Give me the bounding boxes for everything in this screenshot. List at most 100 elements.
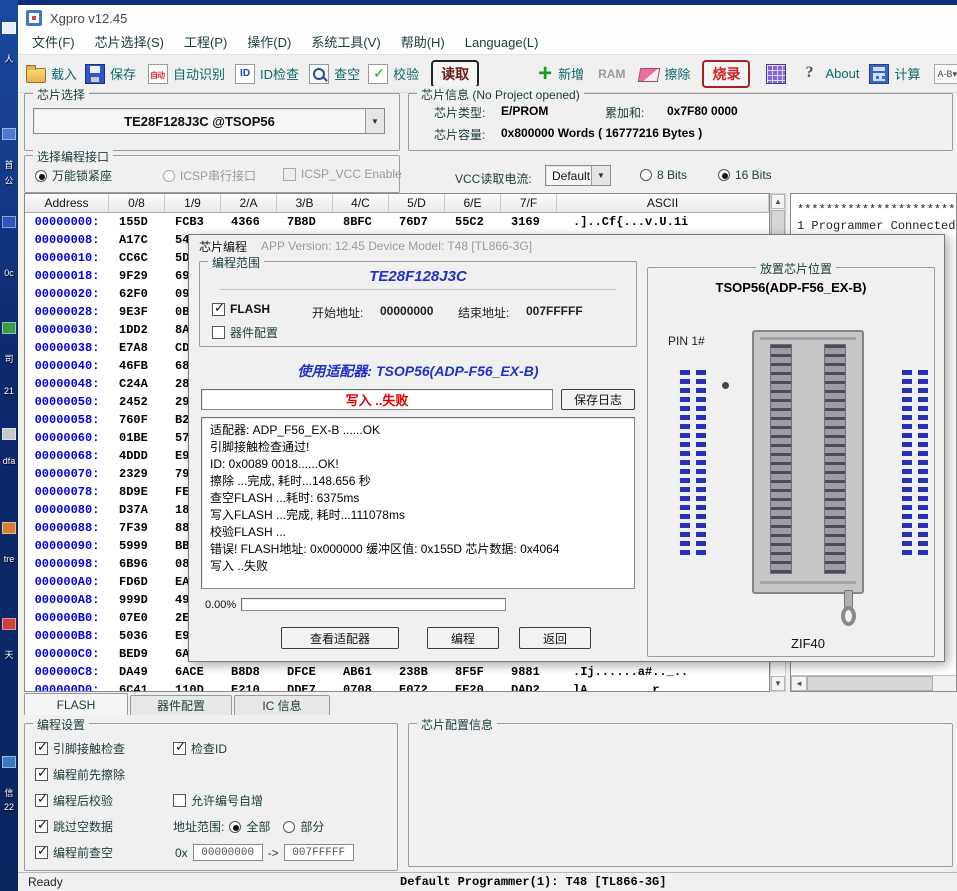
horizontal-scrollbar[interactable]: [791, 675, 956, 691]
hex-cell[interactable]: 55C2: [445, 213, 501, 231]
menu-item[interactable]: 文件(F): [22, 31, 85, 54]
dialog-titlebar[interactable]: 芯片编程 APP Version: 12.45 Device Model: T4…: [189, 235, 944, 257]
toolbar-item-add[interactable]: 新增: [537, 64, 584, 84]
hex-cell[interactable]: 1DD2: [109, 321, 165, 339]
hex-cell[interactable]: 8BFC: [333, 213, 389, 231]
hex-cell[interactable]: 9881: [501, 663, 557, 681]
hex-cell[interactable]: 6B96: [109, 555, 165, 573]
menu-item[interactable]: 帮助(H): [391, 31, 455, 54]
desktop-icon[interactable]: [2, 322, 16, 334]
save-log-button[interactable]: 保存日志: [561, 389, 635, 410]
hex-cell[interactable]: DAD2: [501, 681, 557, 692]
hex-cell[interactable]: 0708: [333, 681, 389, 692]
verify-after-checkbox[interactable]: [35, 794, 48, 807]
hex-cell[interactable]: 2452: [109, 393, 165, 411]
hex-cell[interactable]: AB61: [333, 663, 389, 681]
hex-cell[interactable]: 155D: [109, 213, 165, 231]
toolbar-item-byte-swap[interactable]: [934, 64, 957, 84]
hex-cell[interactable]: 5999: [109, 537, 165, 555]
hex-cell[interactable]: 46FB: [109, 357, 165, 375]
pin-check-checkbox[interactable]: [35, 742, 48, 755]
desktop-icon[interactable]: [2, 216, 16, 228]
menu-item[interactable]: 系统工具(V): [301, 31, 390, 54]
toolbar-item-about[interactable]: About: [800, 64, 859, 84]
desktop-icon[interactable]: [2, 128, 16, 140]
toolbar-item-calc[interactable]: 计算: [869, 64, 920, 84]
scroll-left-icon[interactable]: [791, 676, 807, 691]
scroll-down-icon[interactable]: [771, 676, 785, 691]
tab-ic-info[interactable]: IC 信息: [234, 695, 330, 715]
chevron-down-icon[interactable]: [591, 166, 610, 185]
hex-cell[interactable]: 5036: [109, 627, 165, 645]
icsp-port-radio[interactable]: [163, 170, 175, 182]
hex-cell[interactable]: CC6C: [109, 249, 165, 267]
hex-cell[interactable]: 2329: [109, 465, 165, 483]
toolbar-item-blank-check[interactable]: 查空: [309, 64, 360, 84]
hex-cell[interactable]: 8F5F: [445, 663, 501, 681]
hex-cell[interactable]: 999D: [109, 591, 165, 609]
range-part-radio[interactable]: [283, 821, 295, 833]
toolbar-item-erase[interactable]: 擦除: [639, 64, 690, 83]
range-all-radio[interactable]: [229, 821, 241, 833]
flash-checkbox[interactable]: [212, 303, 225, 316]
menu-item[interactable]: 操作(D): [237, 31, 301, 54]
hex-cell[interactable]: DDE7: [277, 681, 333, 692]
toolbar-item-ram[interactable]: RAM: [598, 67, 625, 81]
menu-item[interactable]: 芯片选择(S): [85, 31, 174, 54]
hex-cell[interactable]: DA49: [109, 663, 165, 681]
hex-cell[interactable]: E210: [221, 681, 277, 692]
hex-cell[interactable]: 6ACE: [165, 663, 221, 681]
hex-cell[interactable]: 7B8D: [277, 213, 333, 231]
hex-cell[interactable]: 9E3F: [109, 303, 165, 321]
hex-cell[interactable]: DFCE: [277, 663, 333, 681]
hex-cell[interactable]: 76D7: [389, 213, 445, 231]
chevron-down-icon[interactable]: [365, 109, 384, 133]
hex-cell[interactable]: 760F: [109, 411, 165, 429]
icsp-vcc-checkbox[interactable]: [283, 168, 296, 181]
desktop-icon[interactable]: [2, 756, 16, 768]
menu-item[interactable]: Language(L): [455, 31, 549, 54]
hex-cell[interactable]: A17C: [109, 231, 165, 249]
hex-cell[interactable]: E7A8: [109, 339, 165, 357]
burn-button[interactable]: 烧录: [702, 60, 750, 88]
hex-cell[interactable]: 6C41: [109, 681, 165, 692]
universal-socket-radio[interactable]: [35, 170, 47, 182]
8bits-radio[interactable]: [640, 169, 652, 181]
hex-cell[interactable]: EE20: [445, 681, 501, 692]
title-bar[interactable]: Xgpro v12.45: [18, 5, 957, 31]
view-adapter-button[interactable]: 查看适配器: [281, 627, 399, 649]
range-from-field[interactable]: 00000000: [193, 844, 263, 861]
desktop-icon[interactable]: [2, 22, 16, 34]
hex-cell[interactable]: FCB3: [165, 213, 221, 231]
device-config-checkbox[interactable]: [212, 326, 225, 339]
read-button[interactable]: 读取: [431, 60, 479, 88]
hex-cell[interactable]: 4366: [221, 213, 277, 231]
hex-cell[interactable]: 07E0: [109, 609, 165, 627]
tab-device-config[interactable]: 器件配置: [130, 695, 232, 715]
blank-check-before-checkbox[interactable]: [35, 846, 48, 859]
desktop-icon[interactable]: [2, 428, 16, 440]
toolbar-item-auto-detect[interactable]: 自动识别: [148, 64, 225, 84]
auto-serial-checkbox[interactable]: [173, 794, 186, 807]
chip-select-combobox[interactable]: TE28F128J3C @TSOP56: [33, 108, 385, 134]
back-button[interactable]: 返回: [519, 627, 591, 649]
check-id-checkbox[interactable]: [173, 742, 186, 755]
desktop-icon[interactable]: [2, 522, 16, 534]
toolbar-item-save[interactable]: 保存: [85, 64, 136, 84]
hex-cell[interactable]: E072: [389, 681, 445, 692]
hex-cell[interactable]: 238B: [389, 663, 445, 681]
16bits-radio[interactable]: [718, 169, 730, 181]
program-button[interactable]: 编程: [427, 627, 499, 649]
scrollbar-thumb[interactable]: [807, 676, 933, 691]
hex-cell[interactable]: 9F29: [109, 267, 165, 285]
menu-item[interactable]: 工程(P): [174, 31, 237, 54]
hex-cell[interactable]: 110D: [165, 681, 221, 692]
hex-cell[interactable]: FD6D: [109, 573, 165, 591]
hex-cell[interactable]: 62F0: [109, 285, 165, 303]
hex-cell[interactable]: 4DDD: [109, 447, 165, 465]
erase-before-checkbox[interactable]: [35, 768, 48, 781]
hex-cell[interactable]: 01BE: [109, 429, 165, 447]
range-to-field[interactable]: 007FFFFF: [284, 844, 354, 861]
tab-flash[interactable]: FLASH: [24, 693, 128, 715]
hex-cell[interactable]: D37A: [109, 501, 165, 519]
